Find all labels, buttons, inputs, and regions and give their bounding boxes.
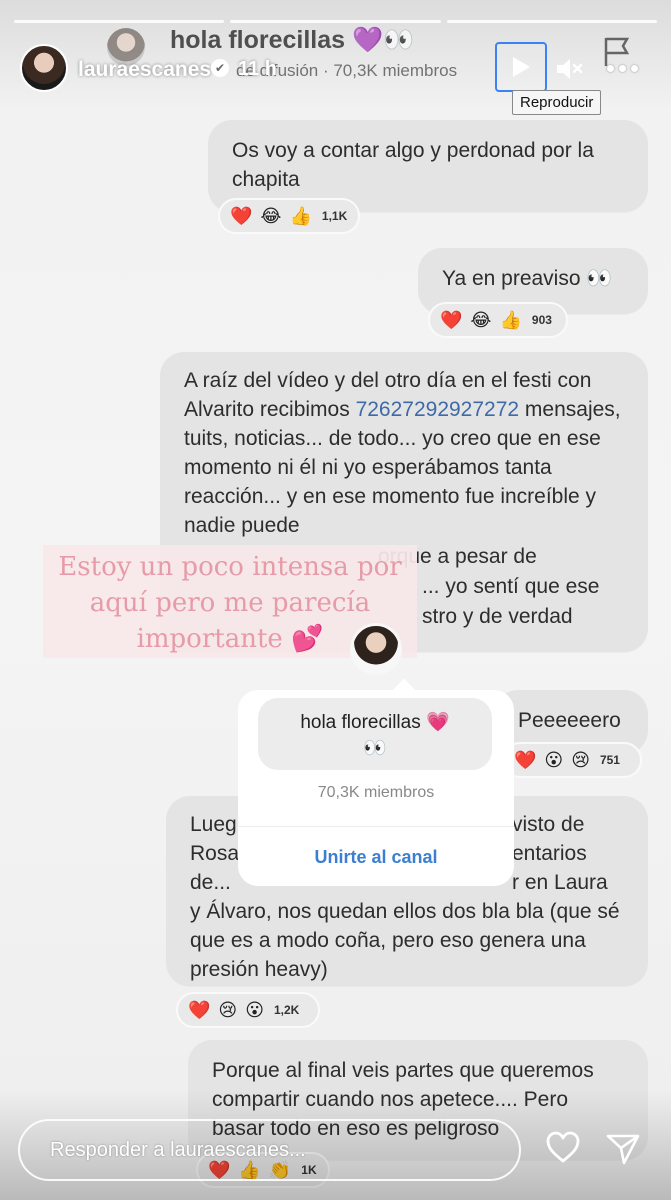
reactions-bar[interactable]: ❤️ 😂 👍 903	[428, 302, 568, 338]
progress-segment	[230, 20, 441, 23]
play-tooltip: Reproducir	[512, 90, 602, 115]
story-username[interactable]: lauraescanes	[78, 58, 211, 82]
wow-reaction: 😮	[245, 999, 264, 1020]
heart-reaction: ❤️	[230, 205, 253, 226]
message-text: Ya en preaviso 👀	[442, 267, 613, 290]
play-button[interactable]	[495, 42, 547, 92]
more-dots-icon	[606, 64, 614, 72]
reactions-bar[interactable]: ❤️ 😮 😢 751	[502, 742, 642, 778]
message-text: r en Laura	[512, 871, 608, 894]
channel-title: hola florecillas 💗	[300, 712, 450, 733]
channel-eyes: 👀	[363, 738, 387, 759]
heart-reaction: ❤️	[440, 309, 463, 330]
more-options-button[interactable]	[602, 58, 642, 78]
story-progress	[14, 20, 657, 23]
message-text: y Álvaro, nos quedan ellos dos bla bla (…	[190, 900, 620, 981]
laugh-reaction: 😂	[260, 205, 282, 226]
reply-input[interactable]: Responder a lauraescanes...	[18, 1119, 521, 1181]
message-text: visto de	[512, 813, 585, 836]
sticker-text: Estoy un poco intensa por aquí pero me p…	[58, 552, 402, 654]
message-text: Rosa	[190, 842, 240, 865]
verified-badge-icon: ✔	[211, 59, 229, 77]
channel-title-bubble: hola florecillas 💗 👀	[258, 698, 492, 770]
message-text: stro y de verdad	[422, 605, 573, 628]
channel-avatar	[350, 623, 402, 675]
channel-members: 70,3K miembros	[317, 784, 435, 801]
story-viewer: hola florecillas 💜👀 de difusión · 70,3K …	[0, 0, 671, 1200]
like-button[interactable]	[545, 1130, 581, 1166]
send-button[interactable]	[605, 1131, 641, 1167]
progress-segment	[14, 20, 225, 23]
message-text: Lueg	[190, 813, 237, 836]
heart-icon	[546, 1131, 580, 1163]
heart-reaction: ❤️	[514, 749, 537, 770]
reaction-count: 751	[599, 753, 620, 767]
profile-avatar[interactable]	[20, 44, 68, 92]
laugh-reaction: 😂	[470, 309, 492, 330]
message-link[interactable]: 72627292927272	[356, 398, 520, 421]
join-channel-button[interactable]: Unirte al canal	[238, 826, 514, 886]
sad-reaction: 😢	[218, 999, 238, 1020]
message-text: entarios	[512, 842, 587, 865]
heart-reaction: ❤️	[188, 999, 211, 1020]
reactions-bar[interactable]: ❤️ 😢 😮 1,2K	[176, 992, 320, 1028]
reaction-count: 903	[531, 313, 552, 327]
thumbs-up-reaction: 👍	[499, 309, 522, 330]
send-icon	[606, 1134, 640, 1165]
message-text: Os voy a contar algo y perdonad por la c…	[232, 139, 594, 191]
message-text: de...	[190, 871, 231, 894]
thumbs-up-reaction: 👍	[289, 205, 312, 226]
story-timestamp: 11 h	[238, 58, 277, 80]
mute-button[interactable]	[554, 54, 584, 84]
sad-reaction: 😢	[571, 749, 590, 770]
reaction-count: 1,1K	[321, 209, 348, 223]
muted-speaker-icon	[557, 59, 583, 79]
wow-reaction: 😮	[544, 749, 564, 770]
reaction-count: 1,2K	[273, 1003, 300, 1017]
message-text: Peeeeeero	[518, 709, 621, 732]
play-icon	[513, 57, 530, 77]
message-text: ... yo sentí que ese	[422, 575, 600, 598]
reactions-bar[interactable]: ❤️ 😂 👍 1,1K	[218, 198, 360, 234]
progress-segment	[446, 20, 657, 23]
